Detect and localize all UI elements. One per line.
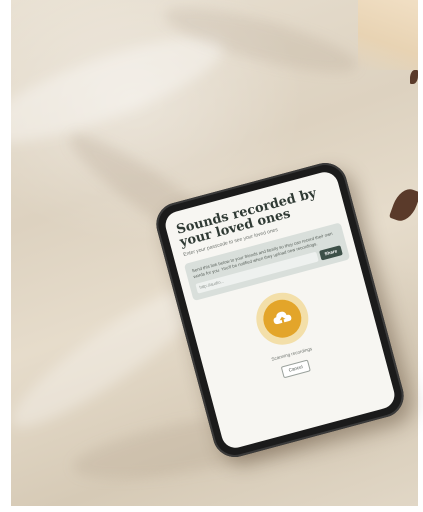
dried-leaf <box>388 185 418 225</box>
share-button[interactable]: Share <box>319 245 343 261</box>
upload-button[interactable] <box>250 286 315 351</box>
dried-leaf <box>410 70 418 84</box>
cancel-button[interactable]: Cancel <box>280 359 311 379</box>
upload-circle <box>259 295 306 342</box>
wooden-surface <box>358 0 418 70</box>
cloud-upload-icon <box>273 311 292 326</box>
